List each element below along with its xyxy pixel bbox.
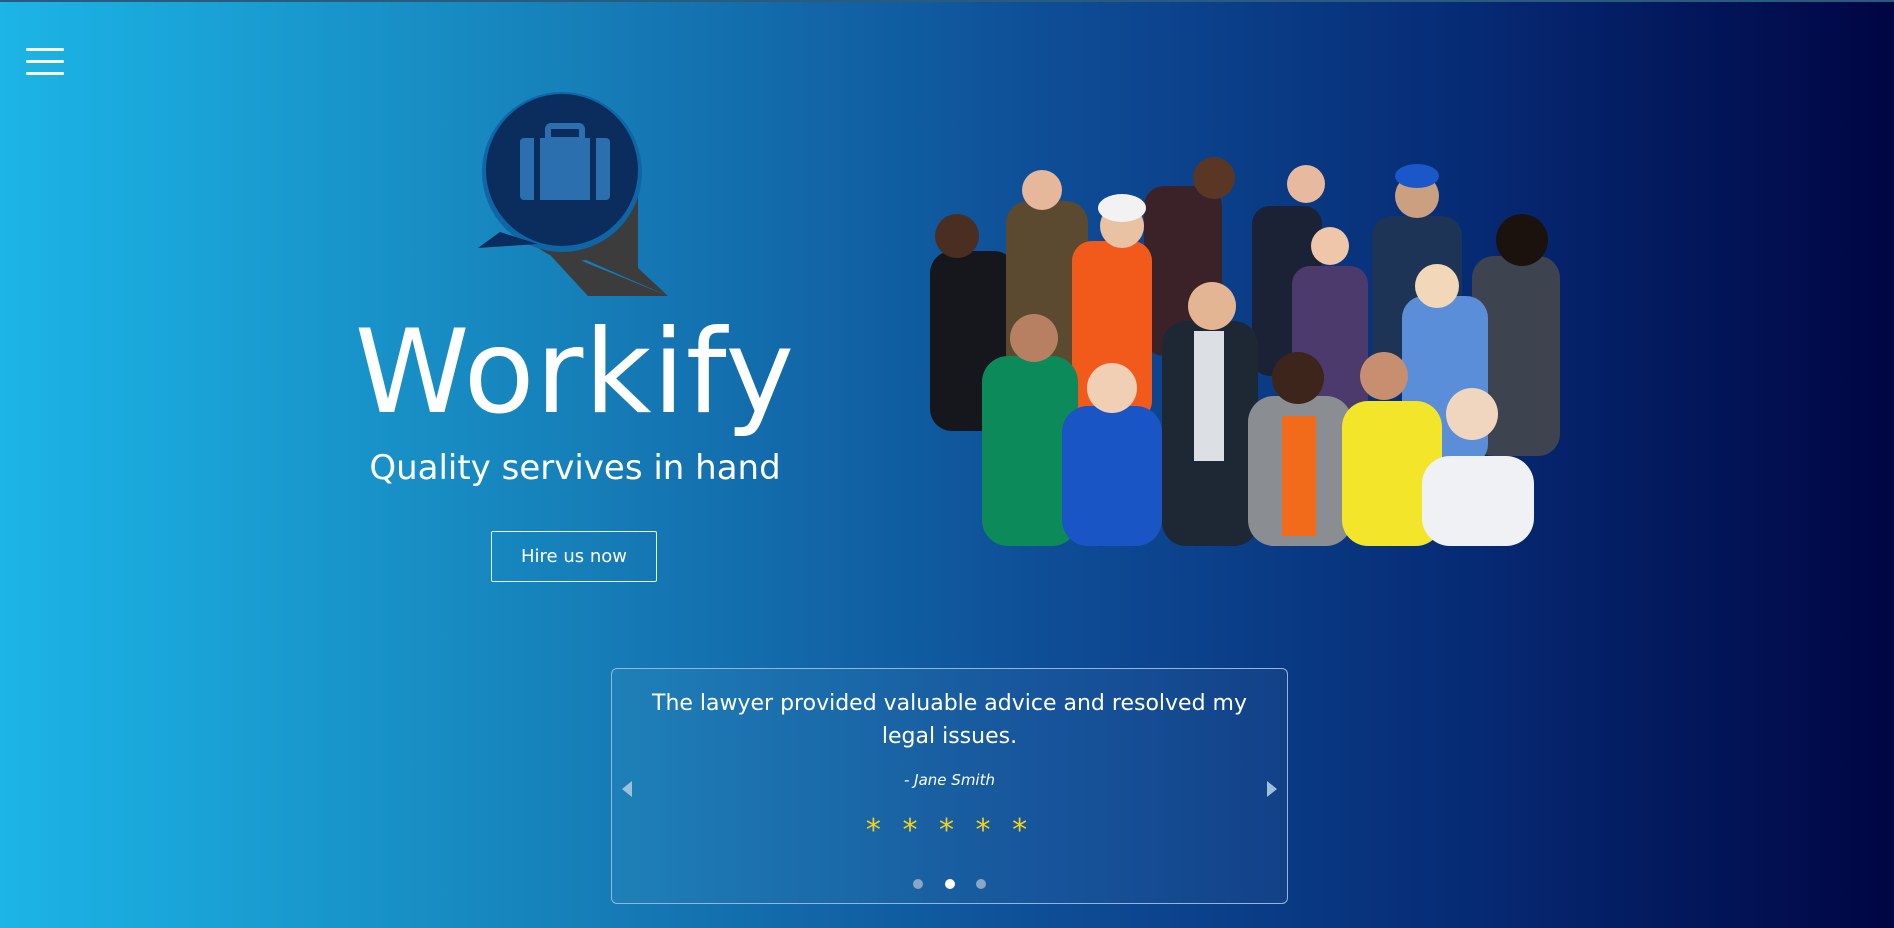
testimonial-quote: The lawyer provided valuable advice and …	[652, 691, 1247, 749]
group-of-professionals-photo	[912, 156, 1590, 546]
menu-bar	[26, 72, 64, 75]
carousel-dot-active[interactable]	[944, 879, 955, 889]
menu-bar	[26, 48, 64, 51]
top-border	[0, 0, 1894, 2]
testimonial-author: - Jane Smith	[904, 771, 995, 789]
carousel-indicators	[612, 874, 1287, 893]
briefcase-chat-icon	[478, 92, 674, 298]
brand-title: Workify	[354, 305, 796, 440]
carousel-dot[interactable]	[975, 879, 986, 889]
hire-us-button[interactable]: Hire us now	[491, 531, 657, 582]
testimonial-card: The lawyer provided valuable advice and …	[611, 668, 1288, 904]
rating-stars: * * * * *	[865, 813, 1034, 848]
hamburger-menu-icon[interactable]	[26, 48, 66, 78]
tagline: Quality servives in hand	[369, 448, 781, 488]
chevron-right-icon[interactable]	[1261, 777, 1281, 801]
menu-bar	[26, 60, 64, 63]
carousel-dot[interactable]	[913, 879, 924, 889]
